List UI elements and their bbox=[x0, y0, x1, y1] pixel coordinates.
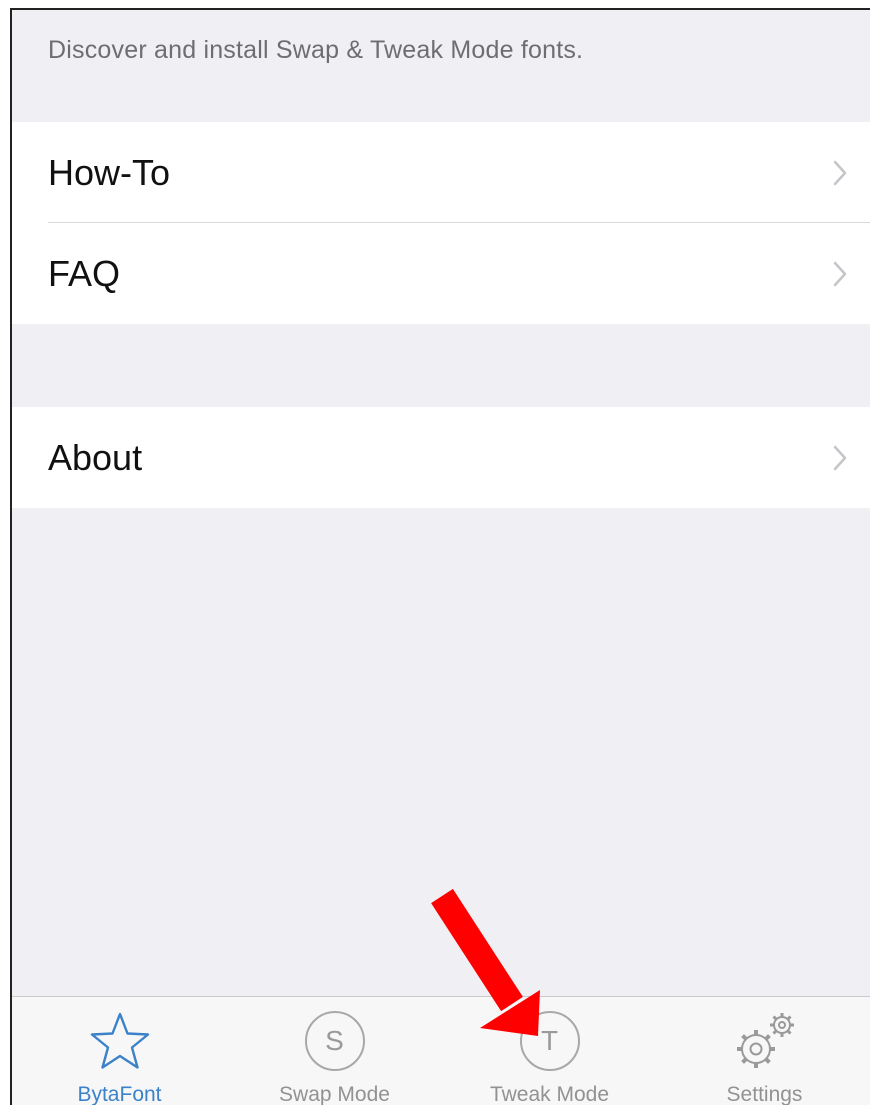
tab-tweak-mode[interactable]: T Tweak Mode bbox=[442, 997, 657, 1105]
tab-label: Settings bbox=[726, 1083, 803, 1105]
menu-group-about: About bbox=[12, 407, 870, 508]
tab-bytafont[interactable]: BytaFont bbox=[12, 997, 227, 1105]
menu-item-faq[interactable]: FAQ bbox=[12, 223, 870, 324]
tab-label: Tweak Mode bbox=[489, 1083, 610, 1105]
section-description: Discover and install Swap & Tweak Mode f… bbox=[48, 36, 584, 64]
gears-icon bbox=[736, 1013, 794, 1068]
menu-item-label: About bbox=[48, 436, 143, 478]
tab-swap-mode[interactable]: S Swap Mode bbox=[227, 997, 442, 1105]
app-screen: Discover and install Swap & Tweak Mode f… bbox=[10, 8, 870, 1105]
menu-item-label: FAQ bbox=[48, 252, 121, 294]
star-icon bbox=[90, 1012, 149, 1069]
chevron-right-icon bbox=[833, 261, 847, 286]
menu-item-about[interactable]: About bbox=[12, 407, 870, 508]
menu-item-how-to[interactable]: How-To bbox=[12, 122, 870, 223]
circle-s-icon: S bbox=[304, 1011, 365, 1071]
menu-group-help: How-To FAQ bbox=[12, 122, 870, 324]
chevron-right-icon bbox=[833, 160, 847, 185]
tab-settings[interactable]: Settings bbox=[657, 997, 870, 1105]
menu-item-label: How-To bbox=[48, 151, 171, 193]
tab-label: Swap Mode bbox=[279, 1083, 390, 1105]
circle-t-icon: T bbox=[519, 1011, 580, 1071]
tab-label: BytaFont bbox=[77, 1083, 162, 1105]
tab-bar: BytaFont S Swap Mode T Tweak Mode Settin… bbox=[12, 996, 870, 1105]
chevron-right-icon bbox=[833, 445, 847, 470]
